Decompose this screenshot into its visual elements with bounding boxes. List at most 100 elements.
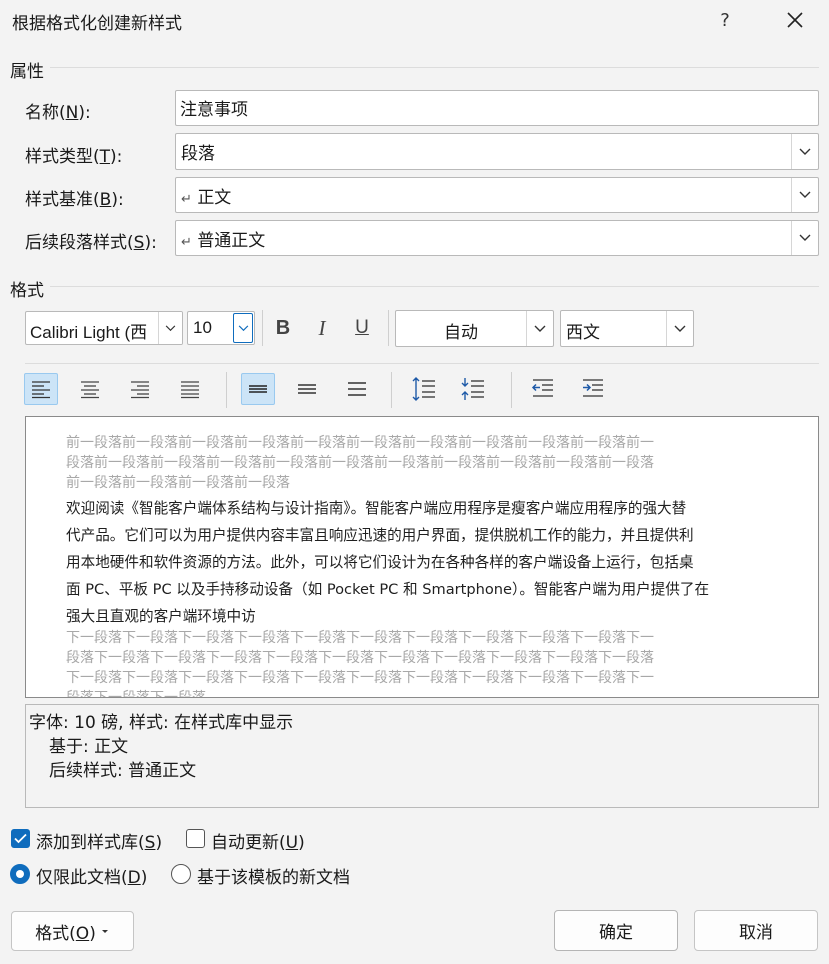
title-bar: 根据格式化创建新样式 ? (0, 0, 829, 40)
format-button-label: 格式(O) (35, 923, 96, 944)
font-color-select[interactable]: 自动 (395, 310, 554, 347)
style-based-label: 样式基准(B): (25, 190, 124, 210)
toolbar-separator (226, 372, 227, 408)
help-button[interactable]: ? (700, 0, 750, 40)
align-center-icon (81, 381, 99, 399)
justify-icon (181, 381, 199, 399)
preview-previous-paragraph: 前一段落前一段落前一段落前一段落前一段落前一段落前一段落前一段落前一段落前一段落… (66, 433, 746, 493)
preview-sample-paragraph: 欢迎阅读《智能客户端体系结构与设计指南》。智能客户端应用程序是瘦客户端应用程序的… (66, 495, 756, 630)
only-this-document-radio[interactable] (10, 864, 30, 884)
dialog-title: 根据格式化创建新样式 (12, 14, 182, 34)
name-label: 名称(N): (25, 103, 91, 123)
style-type-label: 样式类型(T): (25, 147, 123, 167)
preview-next-line: 下一段落下一段落下一段落下一段落下一段落下一段落下一段落下一段落下一段落下一段落… (66, 670, 654, 686)
preview-main-line: 代产品。它们可以为用户提供内容丰富且响应迅速的用户界面，提供脱机工作的能力，并且… (66, 527, 694, 544)
auto-update-checkbox[interactable] (186, 829, 205, 848)
single-spacing-button[interactable] (241, 373, 275, 405)
style-based-value: 正文 (197, 188, 232, 208)
increase-indent-button[interactable] (576, 373, 610, 405)
italic-button[interactable]: I (307, 311, 337, 345)
preview-prev-line: 前一段落前一段落前一段落前一段落 (66, 475, 290, 491)
decrease-paragraph-spacing-icon (461, 378, 484, 400)
chevron-down-icon[interactable] (791, 134, 818, 169)
only-this-document-label[interactable]: 仅限此文档(D) (36, 863, 147, 888)
add-to-gallery-label[interactable]: 添加到样式库(S) (36, 828, 162, 853)
font-size-value: 10 (193, 318, 212, 337)
new-documents-template-radio[interactable] (171, 864, 191, 884)
style-type-value: 段落 (181, 144, 215, 164)
font-size-select[interactable]: 10 (187, 311, 255, 345)
format-divider (50, 286, 819, 287)
next-style-select[interactable]: ↵ 普通正文 (175, 220, 819, 256)
align-left-icon (32, 381, 50, 399)
justify-button[interactable] (173, 373, 207, 405)
toolbar-separator (388, 310, 389, 346)
ok-button[interactable]: 确定 (554, 910, 678, 951)
checkmark-icon (14, 833, 27, 844)
properties-divider (50, 67, 819, 68)
align-right-button[interactable] (123, 373, 157, 405)
caret-down-icon (101, 930, 108, 933)
paragraph-mark-icon: ↵ (181, 235, 192, 250)
preview-main-line: 用本地硬件和软件资源的方法。此外，可以将它们设计为在各种各样的客户端设备上运行，… (66, 554, 694, 571)
description-line: 基于: 正文 (49, 737, 129, 757)
description-line: 后续样式: 普通正文 (49, 761, 197, 781)
align-left-button[interactable] (24, 373, 58, 405)
underline-button[interactable]: U (347, 311, 377, 345)
chevron-down-icon[interactable] (666, 311, 693, 346)
style-based-select[interactable]: ↵ 正文 (175, 177, 819, 213)
increase-paragraph-spacing-button[interactable] (407, 373, 441, 405)
chevron-down-icon[interactable] (233, 313, 253, 343)
chevron-down-icon[interactable] (791, 178, 818, 212)
preview-next-line: 下一段落下一段落下一段落下一段落下一段落下一段落下一段落下一段落下一段落下一段落… (66, 630, 654, 646)
align-center-button[interactable] (73, 373, 107, 405)
preview-prev-line: 前一段落前一段落前一段落前一段落前一段落前一段落前一段落前一段落前一段落前一段落… (66, 435, 654, 451)
increase-paragraph-spacing-icon (412, 377, 435, 401)
chevron-down-icon[interactable] (791, 221, 818, 255)
toolbar-divider (25, 363, 819, 364)
name-input[interactable]: 注意事项 (175, 90, 819, 126)
decrease-indent-button[interactable] (526, 373, 560, 405)
properties-section-label: 属性 (10, 62, 44, 82)
decrease-indent-icon (531, 379, 553, 397)
one-half-spacing-icon (298, 384, 316, 394)
style-preview: 前一段落前一段落前一段落前一段落前一段落前一段落前一段落前一段落前一段落前一段落… (25, 416, 819, 698)
preview-main-line: 面 PC、平板 PC 以及手持移动设备（如 Pocket PC 和 Smartp… (66, 581, 710, 598)
add-to-gallery-checkbox[interactable] (11, 829, 30, 848)
preview-prev-line: 段落前一段落前一段落前一段落前一段落前一段落前一段落前一段落前一段落前一段落前一… (66, 455, 654, 471)
one-half-spacing-button[interactable] (290, 373, 324, 405)
bold-button[interactable]: B (268, 311, 298, 345)
toolbar-separator (262, 310, 263, 346)
double-spacing-icon (348, 382, 366, 396)
paragraph-mark-icon: ↵ (181, 192, 192, 207)
script-select[interactable]: 西文 (560, 310, 694, 347)
increase-indent-icon (583, 379, 603, 397)
preview-next-line: 段落下一段落下一段落 (66, 690, 206, 698)
auto-update-label[interactable]: 自动更新(U) (211, 828, 305, 853)
chevron-down-icon[interactable] (526, 311, 553, 346)
next-style-value: 普通正文 (197, 231, 266, 251)
format-menu-button[interactable]: 格式(O) (11, 911, 134, 951)
font-color-value: 自动 (444, 323, 478, 343)
preview-next-line: 段落下一段落下一段落下一段落下一段落下一段落下一段落下一段落下一段落下一段落下一… (66, 650, 654, 666)
script-value: 西文 (566, 323, 600, 343)
preview-main-line: 欢迎阅读《智能客户端体系结构与设计指南》。智能客户端应用程序是瘦客户端应用程序的… (66, 500, 687, 517)
toolbar-separator (511, 372, 512, 408)
chevron-down-icon[interactable] (158, 312, 182, 344)
format-section-label: 格式 (10, 281, 44, 301)
close-button[interactable] (770, 0, 820, 40)
next-style-label: 后续段落样式(S): (25, 233, 157, 253)
new-documents-template-label[interactable]: 基于该模板的新文档 (197, 863, 350, 888)
single-spacing-icon (249, 385, 267, 393)
description-line: 字体: 10 磅, 样式: 在样式库中显示 (29, 713, 294, 733)
decrease-paragraph-spacing-button[interactable] (456, 373, 490, 405)
font-name-value: Calibri Light (西 (30, 323, 148, 342)
style-type-select[interactable]: 段落 (175, 133, 819, 170)
double-spacing-button[interactable] (340, 373, 374, 405)
cancel-button[interactable]: 取消 (694, 910, 818, 951)
align-right-icon (131, 381, 149, 399)
font-name-select[interactable]: Calibri Light (西 (25, 311, 183, 345)
close-icon (787, 12, 803, 28)
style-description: 字体: 10 磅, 样式: 在样式库中显示 基于: 正文 后续样式: 普通正文 (25, 704, 819, 808)
toolbar-separator (391, 372, 392, 408)
